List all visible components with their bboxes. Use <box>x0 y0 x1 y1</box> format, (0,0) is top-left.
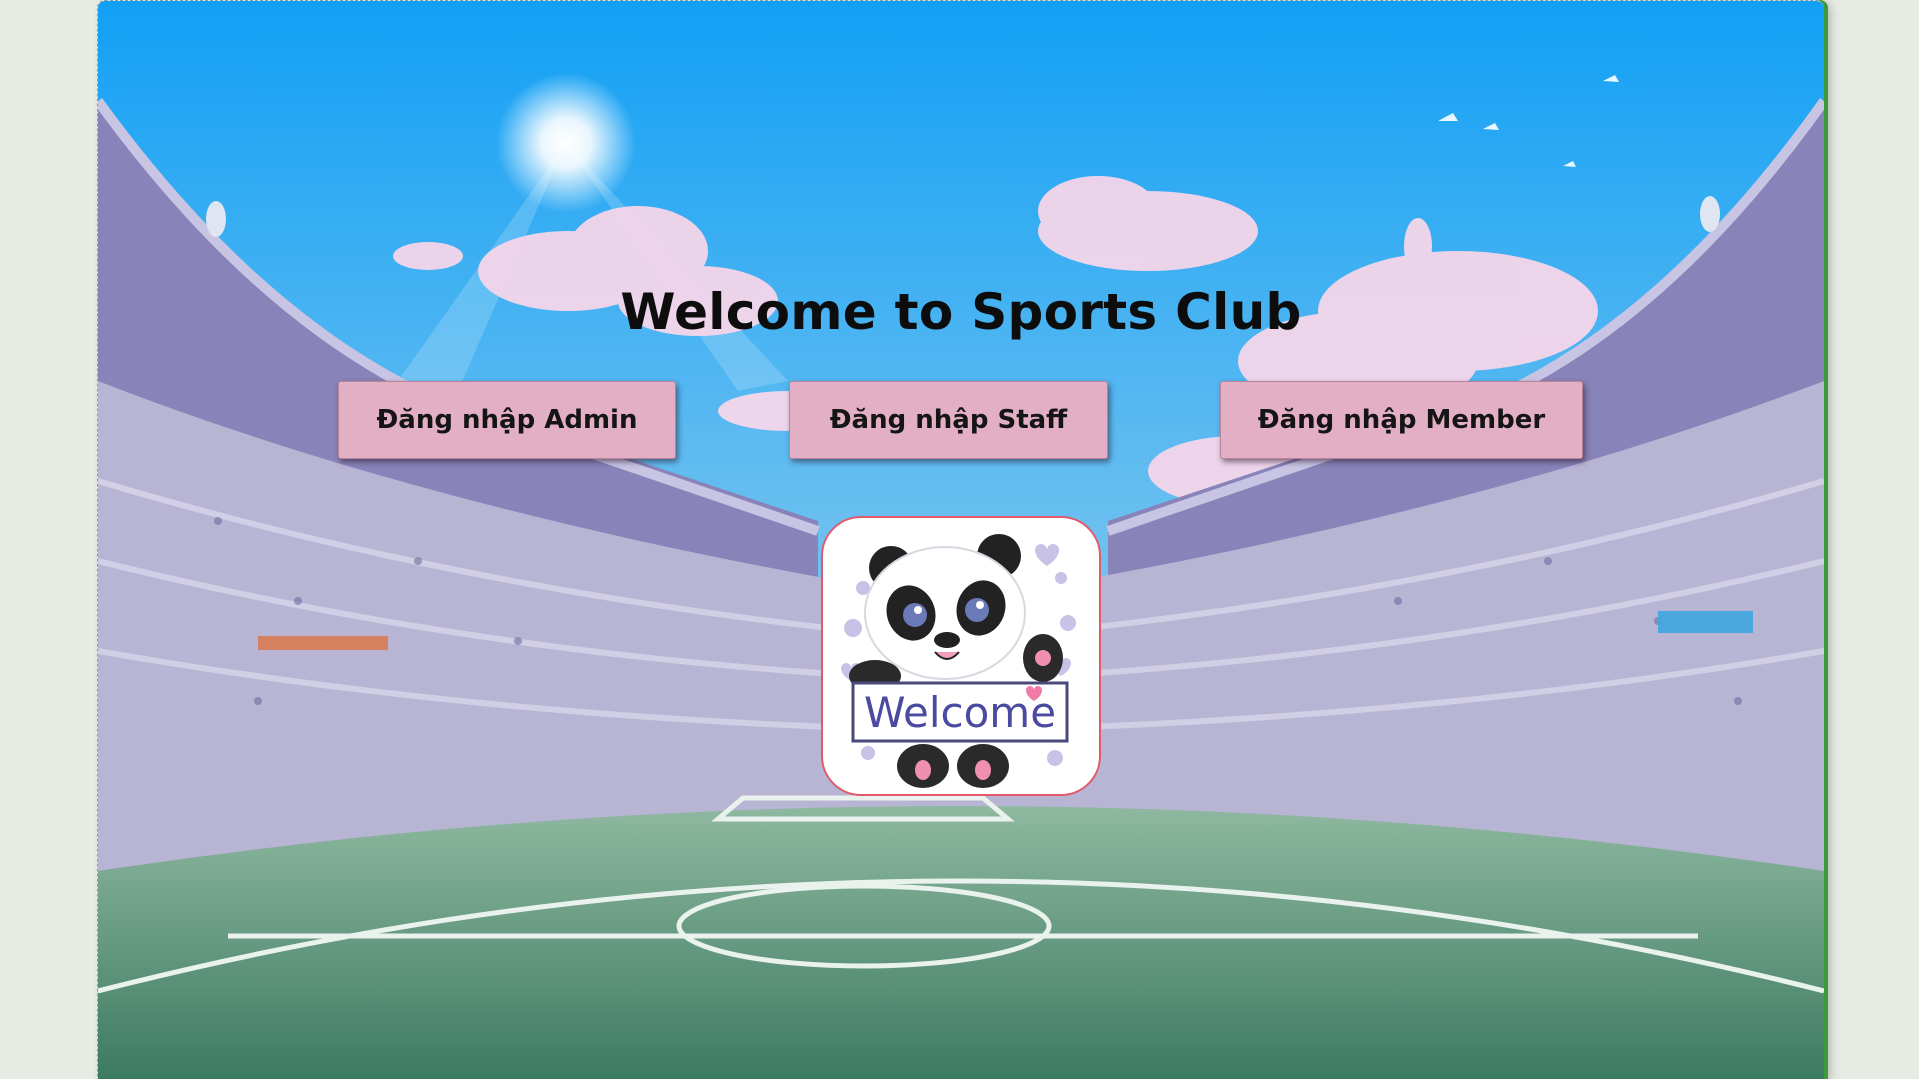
logo-sign-text: Welcome <box>864 688 1056 737</box>
admin-login-button[interactable]: Đăng nhập Admin <box>338 381 676 459</box>
welcome-logo-card: Welcome <box>821 516 1101 796</box>
member-login-button[interactable]: Đăng nhập Member <box>1220 381 1583 459</box>
panda-welcome-icon: Welcome <box>841 534 1076 788</box>
app-window: Welcome to Sports Club Đăng nhập Admin Đ… <box>97 0 1824 1079</box>
staff-login-button[interactable]: Đăng nhập Staff <box>789 381 1108 459</box>
page-title: Welcome to Sports Club <box>620 283 1302 341</box>
